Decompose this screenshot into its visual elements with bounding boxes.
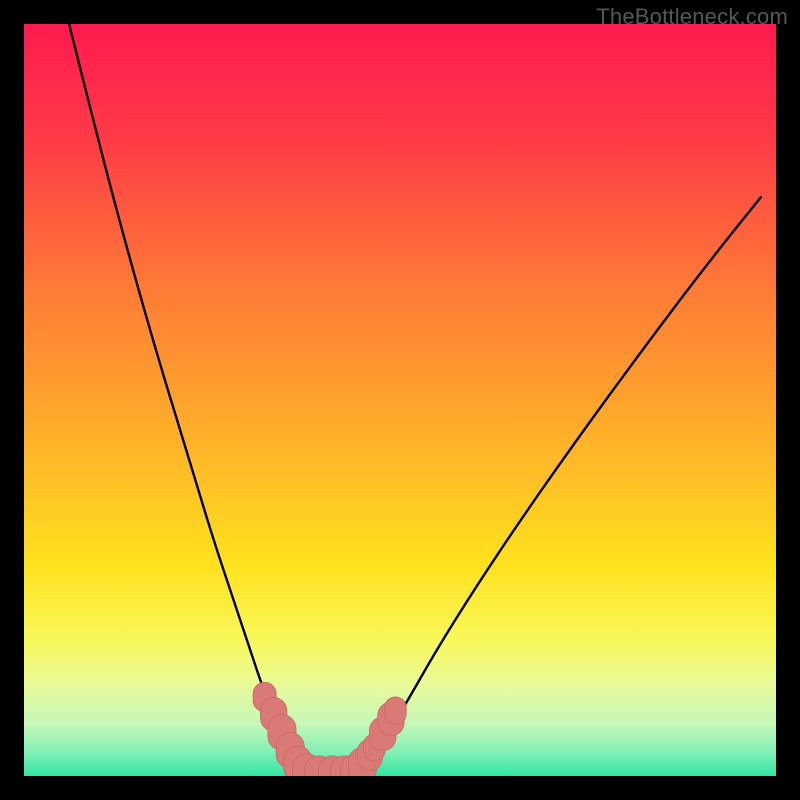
data-marker (385, 697, 407, 724)
bottleneck-chart (24, 24, 776, 776)
plot-area (24, 24, 776, 776)
chart-frame: TheBottleneck.com (0, 0, 800, 800)
gradient-background (24, 24, 776, 776)
